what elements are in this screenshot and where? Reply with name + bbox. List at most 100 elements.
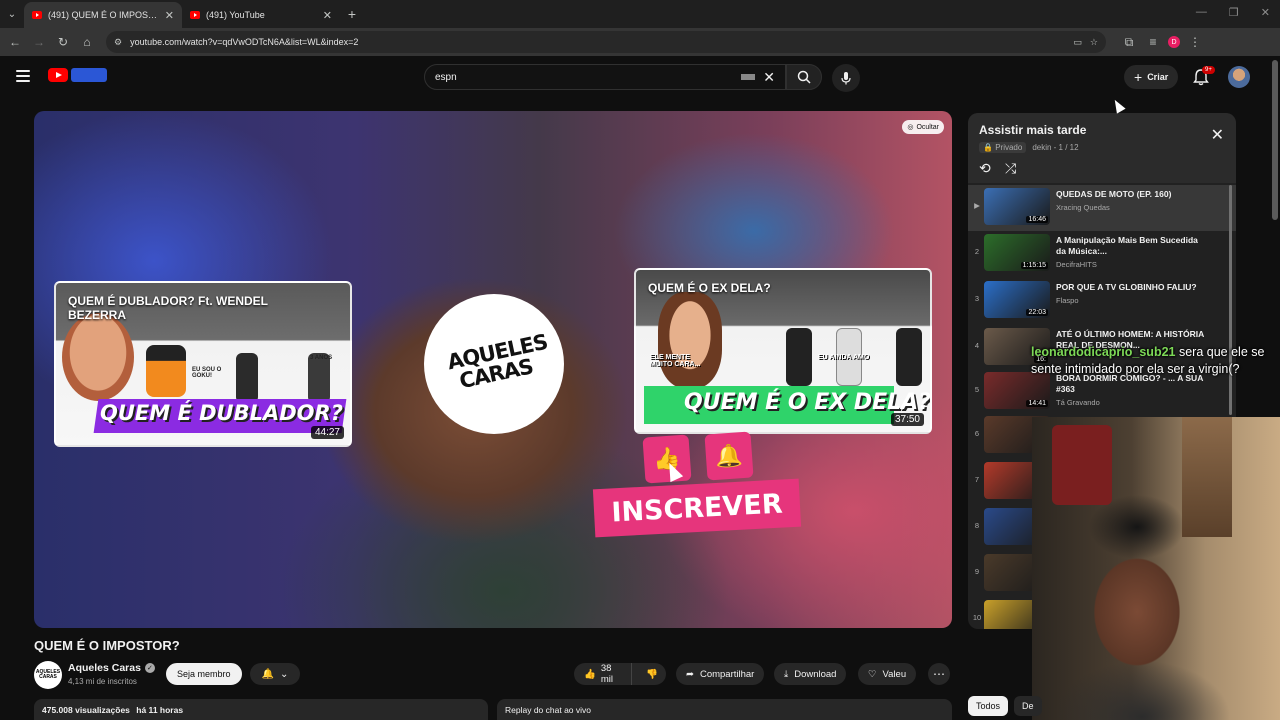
site-info-icon[interactable]: ⚙ [114, 37, 122, 48]
media-queue-icon[interactable]: ≡ [1144, 33, 1162, 51]
thanks-button[interactable]: ♡ Valeu [858, 663, 917, 685]
channel-logo-circle[interactable]: AQUELES CARAS [424, 294, 564, 434]
playlist-owner-position: dekin - 1 / 12 [1032, 143, 1079, 152]
playlist-item-index: 10 [972, 613, 982, 622]
endcard-duration: 44:27 [310, 426, 344, 439]
playlist-item-duration: 14:41 [1026, 400, 1048, 407]
new-tab-button[interactable]: + [340, 6, 364, 22]
browser-tabstrip: ⌄ (491) QUEM É O IMPOSTOR? - YouTube ✕ (… [0, 0, 1280, 28]
share-button[interactable]: ➦ Compartilhar [676, 663, 765, 685]
playlist-item-thumbnail[interactable]: 1:15:15 [984, 234, 1050, 271]
tab-close-icon[interactable]: ✕ [165, 9, 174, 22]
chip-second[interactable]: De [1014, 696, 1042, 716]
download-label: Download [794, 668, 837, 680]
playlist-title[interactable]: Assistir mais tarde [979, 123, 1086, 137]
home-icon[interactable]: ⌂ [78, 33, 96, 51]
subscribe-overlay: INSCREVER [592, 478, 802, 538]
url-text: youtube.com/watch?v=qdVwODTcN6A&list=WL&… [130, 37, 359, 47]
search-input[interactable]: espn ✕ [424, 64, 786, 90]
voice-search-button[interactable] [832, 64, 860, 92]
browser-tab[interactable]: (491) YouTube ✕ [182, 2, 340, 28]
cast-icon[interactable]: ▭ [1073, 37, 1082, 48]
channel-avatar[interactable]: AQUELES CARAS [34, 661, 62, 689]
reload-icon[interactable]: ↻ [54, 33, 72, 51]
loop-icon[interactable]: ⟲ [979, 160, 991, 177]
endcard-duration: 37:50 [890, 413, 924, 426]
bell-overlay-icon: 🔔 [704, 431, 754, 481]
chat-replay-box[interactable]: Replay do chat ao vivo [497, 699, 952, 720]
playlist-item-info: A Manipulação Mais Bem Sucedida da Músic… [1056, 235, 1206, 269]
close-window-icon[interactable]: ✕ [1261, 6, 1270, 19]
upload-time: há 11 horas [136, 705, 184, 715]
clear-search-icon[interactable]: ✕ [763, 69, 775, 86]
shuffle-icon[interactable]: ⤮ [1005, 160, 1016, 177]
forward-icon[interactable]: → [30, 33, 48, 51]
playlist-item-index: 9 [974, 567, 980, 576]
channel-name[interactable]: Aqueles Caras [68, 662, 141, 674]
subscription-bell-button[interactable]: 🔔 ⌄ [250, 663, 300, 685]
create-button[interactable]: + Criar [1124, 65, 1179, 89]
tab-search-chevron-icon[interactable]: ⌄ [0, 0, 24, 28]
like-button[interactable]: 👍 38 mil [574, 663, 633, 685]
playlist-item-index: 6 [974, 429, 980, 438]
user-avatar[interactable] [1228, 66, 1250, 88]
back-icon[interactable]: ← [6, 33, 24, 51]
profile-avatar[interactable]: D [1168, 36, 1180, 48]
playlist-item[interactable]: 2 1:15:15 A Manipulação Mais Bem Sucedida … [968, 231, 1236, 277]
thumbs-down-icon: 👎 [646, 668, 658, 680]
search-query: espn [435, 71, 457, 83]
youtube-logo-icon[interactable] [48, 68, 68, 82]
playlist-item-duration: 22:03 [1026, 309, 1048, 316]
privacy-badge: 🔒 Privado [979, 142, 1027, 153]
more-actions-icon[interactable]: ⋯ [928, 663, 950, 685]
playlist-item-channel: Tá Gravando [1056, 398, 1100, 408]
playlist-item-index: 4 [974, 341, 980, 350]
description-box[interactable]: 475.008 visualizações há 11 horas [34, 699, 488, 720]
menu-icon[interactable] [16, 70, 30, 82]
join-member-button[interactable]: Seja membro [166, 663, 242, 685]
chip-all[interactable]: Todos [968, 696, 1009, 716]
bookmark-star-icon[interactable]: ☆ [1090, 37, 1098, 48]
playlist-scrollbar[interactable] [1229, 185, 1232, 415]
playlist-item[interactable]: 3 22:03 POR QUE A TV GLOBINHO FALIU? Flaspo [968, 278, 1236, 324]
endcard-caption-2: 3 ANOS [310, 355, 333, 361]
search-button[interactable] [786, 64, 822, 90]
address-bar[interactable]: ⚙ youtube.com/watch?v=qdVwODTcN6A&list=W… [106, 31, 1106, 53]
endcard-caption-1: EU SOU O GOKU! [192, 367, 222, 379]
streamer-webcam-overlay [1032, 417, 1280, 720]
page-scrollbar[interactable] [1272, 60, 1278, 220]
channel-logo-text: AQUELES CARAS [445, 329, 550, 394]
restore-icon[interactable]: ❐ [1229, 6, 1239, 19]
playlist-item-thumbnail[interactable]: 22:03 [984, 281, 1050, 318]
download-button[interactable]: ⤓ Download [774, 663, 847, 685]
browser-tab-active[interactable]: (491) QUEM É O IMPOSTOR? - YouTube ✕ [24, 2, 182, 28]
video-player[interactable]: ◎ Ocultar EU SOU O GOKU! 3 ANOS QUEM É D… [34, 111, 952, 628]
endscreen-video-card[interactable]: EU SOU O GOKU! 3 ANOS QUEM É DUBLADOR? F… [54, 281, 352, 447]
endscreen-video-card[interactable]: ELE MENTE MUITO CARA... EU AINDA AMO QUE… [634, 268, 932, 434]
keyboard-icon[interactable] [741, 74, 756, 80]
webcam-poster-image [1182, 417, 1232, 537]
channel-name-row[interactable]: Aqueles Caras ✓ [68, 662, 155, 674]
playlist-item[interactable]: ▶ 16:46 QUEDAS DE MOTO (EP. 160) Xracing Qu… [968, 185, 1236, 231]
hide-endscreen-button[interactable]: ◎ Ocultar [902, 120, 944, 134]
close-playlist-icon[interactable]: ✕ [1211, 125, 1224, 145]
extensions-icon[interactable]: ⧉ [1120, 33, 1138, 51]
playlist-item-channel: DecifraHITS [1056, 260, 1097, 270]
endcard-person-image [786, 328, 812, 386]
playlist-item-title: POR QUE A TV GLOBINHO FALIU? [1056, 282, 1197, 292]
endcard-person-image [236, 353, 258, 403]
tab-close-icon[interactable]: ✕ [323, 9, 332, 22]
bell-icon: 🔔 [261, 668, 275, 680]
minimize-icon[interactable]: — [1196, 6, 1207, 19]
tab-title: (491) QUEM É O IMPOSTOR? - YouTube [48, 10, 159, 20]
browser-menu-icon[interactable]: ⋮ [1186, 33, 1204, 51]
chat-replay-label: Replay do chat ao vivo [505, 705, 591, 715]
doodle-logo-icon[interactable] [71, 68, 107, 82]
tab-title: (491) YouTube [206, 10, 265, 20]
playlist-meta: 🔒 Privado dekin - 1 / 12 [979, 142, 1079, 153]
endcard-banner: QUEM É DUBLADOR? [100, 401, 343, 425]
playlist-item-index: 7 [974, 475, 980, 484]
playlist-item-index: 8 [974, 521, 980, 530]
playlist-item-thumbnail[interactable]: 16:46 [984, 188, 1050, 225]
dislike-button[interactable]: 👎 [638, 669, 666, 680]
